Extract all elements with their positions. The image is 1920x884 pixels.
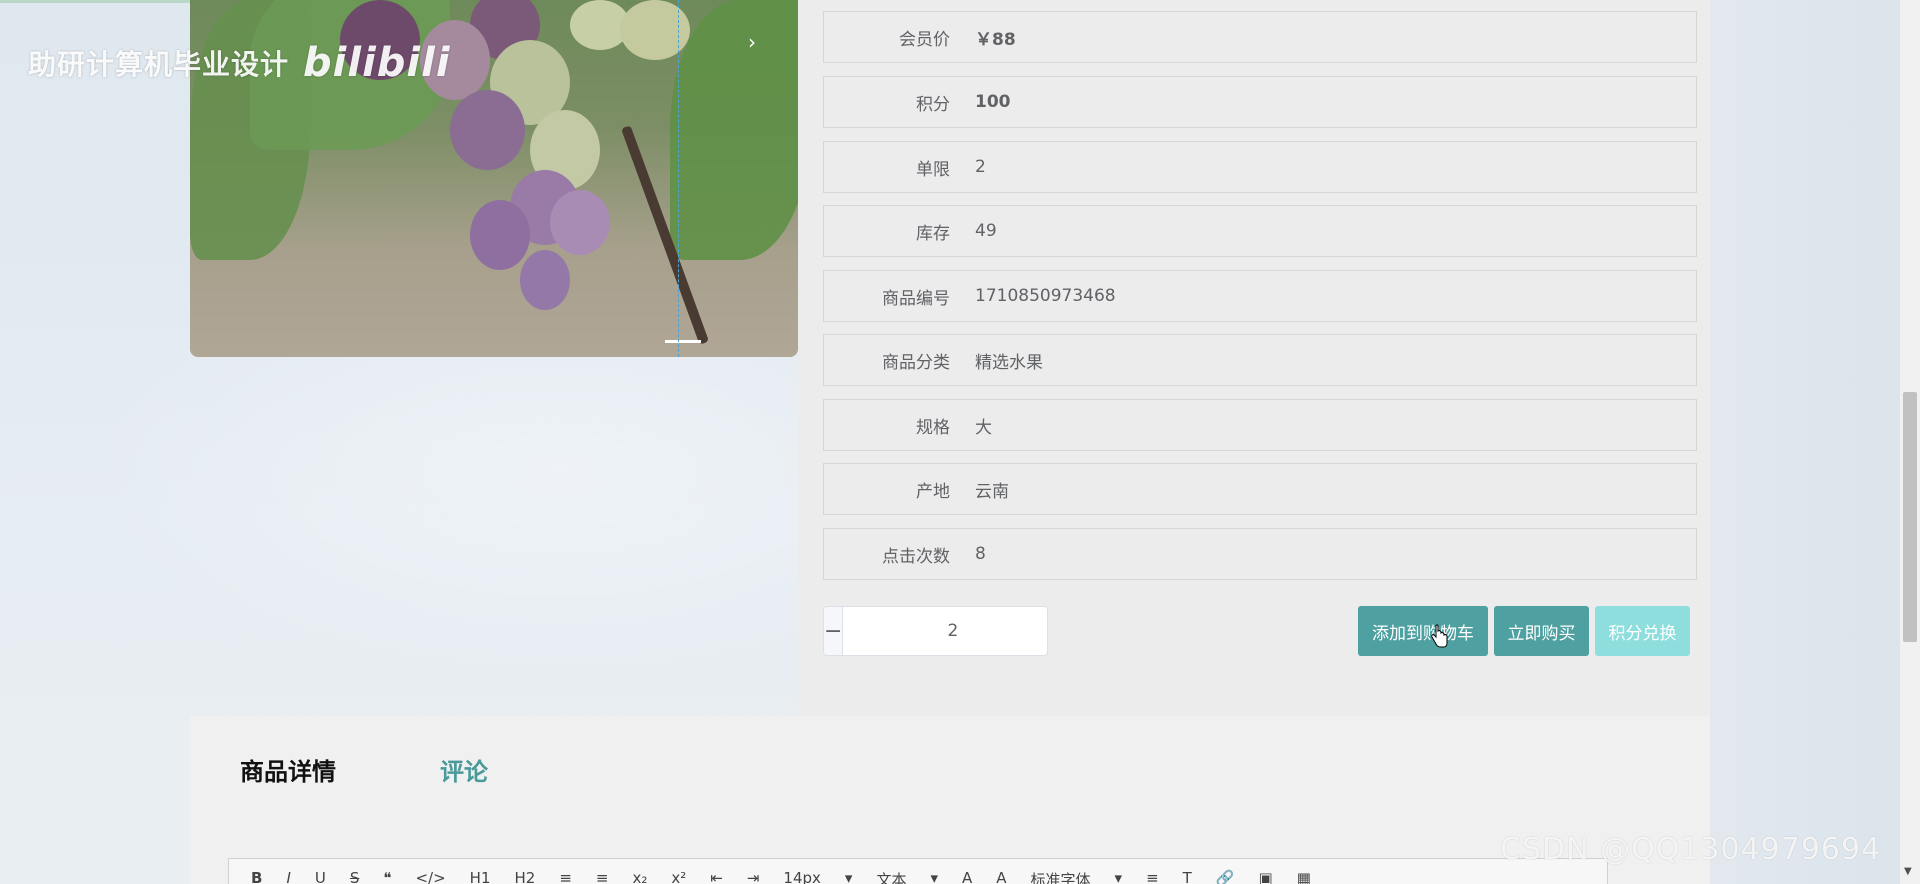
channel-name: 助研计算机毕业设计 [28, 48, 290, 81]
subscript-button[interactable]: x₂ [632, 869, 647, 884]
info-value: 云南 [975, 481, 1009, 502]
underline-button[interactable]: U [315, 869, 326, 884]
strike-button[interactable]: S [350, 869, 360, 884]
tab-comment[interactable]: 评论 [440, 752, 488, 787]
bold-button[interactable]: B [251, 869, 262, 884]
chevron-down-icon[interactable]: ▾ [845, 869, 853, 884]
info-value: 49 [975, 221, 997, 241]
italic-button[interactable]: I [286, 869, 290, 884]
info-row-product-id: 商品编号 1710850973468 [823, 270, 1697, 322]
superscript-button[interactable]: x² [671, 869, 686, 884]
csdn-watermark: CSDN @QQ1304979694 [1500, 832, 1882, 867]
info-value: 2 [975, 157, 986, 177]
info-row-stock: 库存 49 [823, 205, 1697, 257]
channel-watermark: 助研计算机毕业设计 bilibili [28, 40, 451, 86]
info-label: 库存 [916, 223, 950, 244]
font-family-select[interactable]: 标准字体 [1031, 869, 1091, 884]
scroll-down-icon[interactable]: ▼ [1904, 866, 1912, 877]
ordered-list-icon[interactable]: ≡ [559, 869, 572, 884]
bullet-list-icon[interactable]: ≡ [596, 869, 609, 884]
guide-dashed-line [678, 0, 679, 357]
info-row-member-price: 会员价 ￥88 [823, 11, 1697, 63]
info-value: 大 [975, 417, 992, 438]
quote-icon[interactable]: ❝ [383, 869, 391, 884]
hand-cursor-icon [1431, 624, 1448, 648]
grape-shape [470, 200, 530, 270]
info-value: 100 [975, 92, 1011, 112]
add-to-cart-button[interactable]: 添加到购物车 [1358, 606, 1488, 656]
heading2-button[interactable]: H2 [515, 869, 536, 884]
info-row-points: 积分 100 [823, 76, 1697, 128]
info-row-spec: 规格 大 [823, 399, 1697, 451]
bilibili-logo: bilibili [303, 40, 451, 86]
grape-shape [620, 0, 690, 60]
tab-product-detail[interactable]: 商品详情 [240, 752, 336, 787]
info-label: 积分 [916, 94, 950, 115]
quantity-stepper[interactable]: − + [823, 606, 1048, 656]
font-size-select[interactable]: 14px [783, 869, 821, 884]
background-wave [0, 300, 800, 720]
info-value: 8 [975, 544, 986, 564]
grape-shape [550, 190, 610, 255]
info-label: 产地 [916, 481, 950, 502]
background-color-icon[interactable]: A [996, 869, 1006, 884]
chevron-down-icon[interactable]: ▾ [1115, 869, 1123, 884]
info-value: 1710850973468 [975, 286, 1116, 306]
grape-shape [520, 250, 570, 310]
outdent-icon[interactable]: ⇤ [710, 869, 723, 884]
info-value: ￥88 [975, 29, 1016, 50]
heading1-button[interactable]: H1 [470, 869, 491, 884]
right-background [1710, 0, 1920, 884]
info-value: 精选水果 [975, 352, 1043, 373]
font-color-icon[interactable]: A [962, 869, 972, 884]
info-row-clicks: 点击次数 8 [823, 528, 1697, 580]
rich-text-editor-toolbar: B I U S ❝ </> H1 H2 ≡ ≡ x₂ x² ⇤ ⇥ 14px ▾… [228, 858, 1608, 884]
info-row-origin: 产地 云南 [823, 463, 1697, 515]
points-exchange-button[interactable]: 积分兑换 [1595, 606, 1690, 656]
align-icon[interactable]: ≡ [1146, 869, 1159, 884]
clear-format-icon[interactable]: T [1183, 869, 1192, 884]
decrease-button[interactable]: − [824, 607, 844, 655]
scrollbar-thumb[interactable] [1903, 392, 1917, 642]
info-label: 点击次数 [882, 546, 950, 567]
image-icon[interactable]: ▣ [1259, 869, 1273, 884]
quantity-input[interactable] [843, 607, 1047, 655]
chevron-right-icon[interactable]: › [748, 30, 756, 54]
info-label: 商品分类 [882, 352, 950, 373]
buy-now-button[interactable]: 立即购买 [1494, 606, 1589, 656]
info-label: 商品编号 [882, 288, 950, 309]
chevron-down-icon[interactable]: ▾ [930, 869, 938, 884]
info-label: 会员价 [899, 29, 950, 50]
info-row-limit: 单限 2 [823, 141, 1697, 193]
code-icon[interactable]: </> [415, 869, 445, 884]
link-icon[interactable]: 🔗 [1216, 869, 1235, 884]
grape-shape [450, 90, 525, 170]
indent-icon[interactable]: ⇥ [747, 869, 760, 884]
info-label: 单限 [916, 159, 950, 180]
video-icon[interactable]: ▦ [1297, 869, 1311, 884]
info-label: 规格 [916, 417, 950, 438]
leaf-shape [670, 0, 798, 260]
paragraph-select[interactable]: 文本 [876, 869, 906, 884]
carousel-indicator-active[interactable] [665, 340, 701, 343]
info-row-category: 商品分类 精选水果 [823, 334, 1697, 386]
